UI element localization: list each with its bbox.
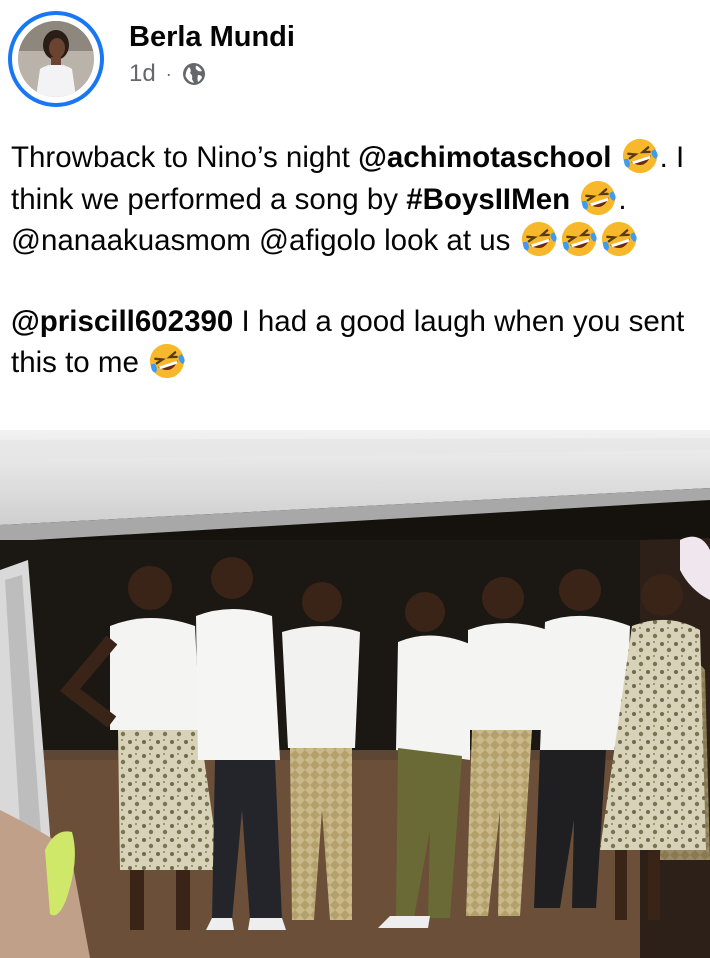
hashtag-link[interactable]: #BoysIIMen [406,183,570,216]
laughing-emoji-icon [561,221,597,257]
globe-icon[interactable] [182,62,206,86]
laughing-emoji-icon [581,180,616,215]
post-text-segment: Throwback to Nino’s night [11,141,359,174]
mention-link[interactable]: @achimotaschool [358,141,611,174]
post-meta: 1d · [129,59,206,89]
post-photo[interactable] [0,430,710,958]
story-ring[interactable] [8,11,104,107]
laughing-emoji-icon [622,138,658,174]
laughing-emoji-icon [149,343,185,379]
post-time[interactable]: 1d [129,59,156,89]
laughing-emoji-icon [521,221,557,257]
group-photo-image [0,430,710,958]
laughing-emoji-icon [601,221,637,257]
avatar-image [18,21,94,97]
avatar[interactable] [18,21,94,97]
post-paragraph-2: @priscill602390 I had a good laugh when … [11,302,701,384]
meta-separator: · [165,64,172,84]
mention-link[interactable]: @priscill602390 [11,305,233,338]
post-paragraph-1: Throwback to Nino’s night @achimotaschoo… [11,137,701,262]
post-text: Throwback to Nino’s night @achimotaschoo… [11,137,701,384]
author-name[interactable]: Berla Mundi [129,20,295,54]
post-header: Berla Mundi 1d · [0,0,710,120]
